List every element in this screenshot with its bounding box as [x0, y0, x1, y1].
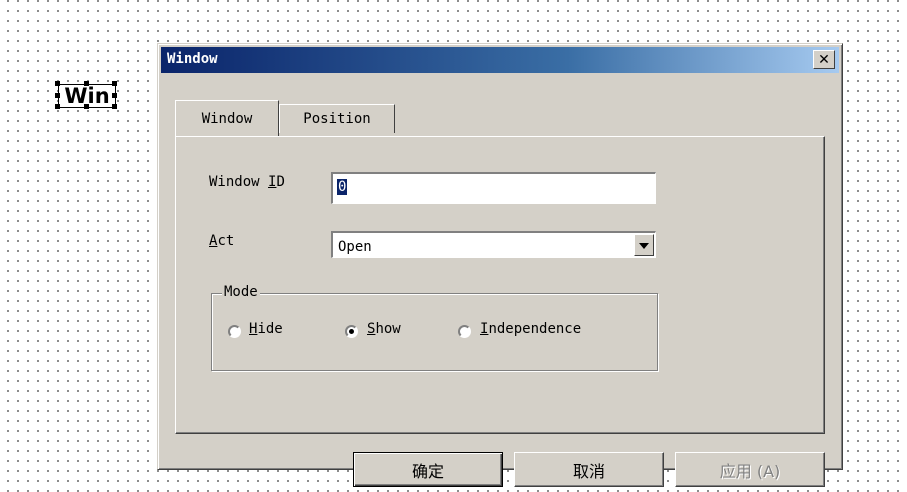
act-dropdown[interactable]: Open — [331, 231, 656, 258]
window-properties-dialog: Window ✕ Window Position Window ID 0 Act… — [157, 43, 843, 487]
resize-handle-tr[interactable] — [112, 81, 117, 86]
apply-button: 应用 (A) — [675, 452, 825, 487]
mode-groupbox: Mode Hide Show Independence — [211, 284, 658, 371]
resize-handle-tm[interactable] — [84, 81, 89, 86]
radio-hide[interactable] — [228, 325, 241, 338]
radio-show-label[interactable]: Show — [367, 321, 401, 337]
radio-hide-label[interactable]: Hide — [249, 321, 283, 337]
mode-group-title: Mode — [222, 284, 260, 300]
radio-independence-label[interactable]: Independence — [480, 321, 581, 337]
resize-handle-bl[interactable] — [55, 104, 60, 109]
cancel-button[interactable]: 取消 — [514, 452, 664, 487]
resize-handle-br[interactable] — [112, 104, 117, 109]
dropdown-toggle[interactable] — [634, 234, 654, 256]
resize-handle-tl[interactable] — [55, 81, 60, 86]
radio-show[interactable] — [345, 325, 358, 338]
tab-position-label: Position — [303, 111, 371, 127]
tab-position[interactable]: Position — [279, 104, 395, 133]
window-id-input[interactable]: 0 — [331, 172, 656, 204]
radio-selected-dot — [349, 329, 354, 334]
dialog-titlebar[interactable]: Window ✕ — [161, 47, 839, 73]
tab-panel-window: Window ID 0 Act Open Mode Hide Show Inde… — [175, 136, 825, 434]
dialog-title: Window — [167, 51, 218, 67]
act-dropdown-value: Open — [338, 239, 372, 255]
ok-button[interactable]: 确定 — [353, 452, 503, 487]
close-button[interactable]: ✕ — [813, 50, 835, 69]
ok-button-label: 确定 — [411, 461, 444, 481]
apply-button-label: 应用 (A) — [719, 461, 781, 481]
cancel-button-label: 取消 — [572, 461, 605, 481]
canvas-window-widget[interactable]: Win — [52, 78, 120, 112]
chevron-down-icon — [639, 243, 649, 249]
radio-independence[interactable] — [458, 325, 471, 338]
resize-handle-mr[interactable] — [112, 93, 117, 98]
act-label: Act — [209, 233, 235, 249]
window-id-label: Window ID — [209, 174, 285, 190]
tab-window-label: Window — [201, 110, 253, 127]
resize-handle-ml[interactable] — [55, 93, 60, 98]
window-id-value: 0 — [337, 179, 348, 195]
close-icon: ✕ — [818, 51, 830, 68]
tab-window[interactable]: Window — [175, 100, 279, 136]
resize-handle-bm[interactable] — [84, 104, 89, 109]
